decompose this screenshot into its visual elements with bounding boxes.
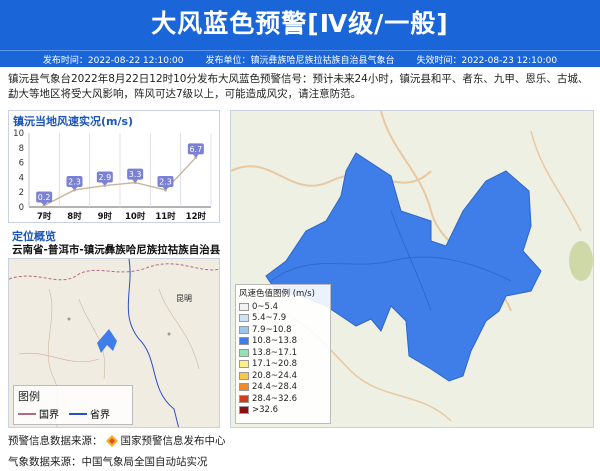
header-bar: 大风蓝色预警[Ⅳ级/一般] — [0, 0, 600, 50]
y-tick-label: 4 — [19, 173, 24, 183]
wind-legend-item: >32.6 — [239, 405, 327, 417]
y-tick-label: 8 — [19, 144, 24, 154]
data-label: 2.3 — [159, 177, 172, 186]
y-tick-label: 2 — [19, 188, 24, 198]
wind-legend-swatch — [239, 406, 249, 415]
data-label: 2.9 — [98, 173, 111, 182]
wind-legend-item: 17.1~20.8 — [239, 359, 327, 371]
publish-time: 发布时间：2022-08-22 12:10:00 — [42, 55, 184, 66]
expire-time: 失效时间：2022-08-23 12:10:00 — [416, 55, 558, 66]
legend-national-label: 国界 — [39, 410, 59, 421]
wind-legend-item: 13.8~17.1 — [239, 347, 327, 359]
wind-legend-label: >32.6 — [252, 405, 279, 416]
wind-legend-label: 5.4~7.9 — [252, 313, 287, 324]
y-tick-label: 6 — [19, 159, 24, 169]
legend-national-border: 国界 — [18, 406, 59, 421]
warning-description: 镇沅县气象台2022年8月22日12时10分发布大风蓝色预警信号：预计未来24小… — [8, 73, 589, 100]
weather-source-line: 气象数据来源：中国气象局全国自动站实况 — [8, 456, 208, 468]
wind-legend-swatch — [239, 325, 249, 334]
wind-legend-label: 10.8~13.8 — [252, 336, 297, 347]
wind-legend-label: 20.8~24.4 — [252, 370, 297, 381]
wind-speed-panel: 镇沅当地风速实况(m/s) 0 2 4 6 8 10 7时 8时 9时 10时 11时 12时 0.2 2… — [8, 110, 220, 223]
wind-legend-label: 17.1~20.8 — [252, 359, 297, 370]
data-label: 2.3 — [68, 177, 81, 186]
wind-speed-legend: 风速色值图例 (m/s) 0~5.4 5.4~7.9 7.9~10.8 10.8~13… — [235, 284, 331, 424]
meta-bar: 发布时间：2022-08-22 12:10:00 发布单位：镇沅彝族哈尼族拉祜族… — [0, 50, 600, 67]
overview-legend-title: 图例 — [18, 390, 40, 403]
wind-legend-swatch — [239, 348, 249, 357]
warning-center-logo-icon — [105, 434, 118, 447]
wind-legend-label: 28.4~32.6 — [252, 393, 297, 404]
warning-source-label: 预警信息数据来源： — [8, 435, 103, 447]
wind-legend-item: 7.9~10.8 — [239, 324, 327, 336]
x-tick-label: 10时 — [125, 211, 146, 222]
province-border-line-icon — [69, 412, 87, 415]
wind-legend-label: 13.8~17.1 — [252, 347, 297, 358]
wind-legend-swatch — [239, 360, 249, 369]
y-tick-label: 0 — [19, 203, 24, 213]
x-tick-label: 12时 — [186, 211, 207, 222]
x-tick-label: 9时 — [98, 211, 113, 222]
wind-legend-swatch — [239, 394, 249, 403]
wind-legend-item: 20.8~24.4 — [239, 370, 327, 382]
wind-legend-title: 风速色值图例 (m/s) — [239, 289, 315, 299]
publisher: 发布单位：镇沅彝族哈尼族拉祜族自治县气象台 — [205, 55, 395, 66]
x-tick-label: 7时 — [37, 211, 52, 222]
wind-legend-item: 5.4~7.9 — [239, 313, 327, 325]
data-label-pointer — [192, 154, 199, 158]
wind-speed-chart: 0 2 4 6 8 10 7时 8时 9时 10时 11时 12时 0.2 2.3 2.9 3.3 2.3 6.7 — [13, 129, 212, 222]
wind-legend-label: 0~5.4 — [252, 301, 279, 312]
wind-legend-swatch — [239, 337, 249, 346]
wind-legend-swatch — [239, 314, 249, 323]
legend-province-label: 省界 — [90, 410, 110, 421]
x-tick-label: 8时 — [67, 211, 82, 222]
overview-map[interactable]: 昆明 图例 国界 省界 — [8, 258, 220, 428]
warning-source-line: 预警信息数据来源： 国家预警信息发布中心 — [8, 433, 226, 448]
location-region: 云南省-普洱市-镇沅彝族哈尼族拉祜族自治县 — [12, 244, 221, 256]
wind-legend-label: 7.9~10.8 — [252, 324, 292, 335]
wind-legend-item: 10.8~13.8 — [239, 336, 327, 348]
warning-source-name: 国家预警信息发布中心 — [120, 435, 226, 447]
city-label-kunming: 昆明 — [176, 294, 192, 303]
wind-legend-swatch — [239, 383, 249, 392]
wind-legend-item: 24.4~28.4 — [239, 382, 327, 394]
x-tick-label: 11时 — [155, 211, 176, 222]
wind-legend-item: 28.4~32.6 — [239, 393, 327, 405]
legend-province-border: 省界 — [69, 406, 110, 421]
detail-map[interactable]: 风速色值图例 (m/s) 0~5.4 5.4~7.9 7.9~10.8 10.8~13… — [230, 110, 594, 428]
location-panel: 定位概览 云南省-普洱市-镇沅彝族哈尼族拉祜族自治县 — [8, 226, 220, 258]
national-border-line-icon — [18, 412, 36, 415]
wind-legend-swatch — [239, 302, 249, 311]
y-tick-label: 10 — [13, 129, 24, 139]
data-label: 0.2 — [38, 193, 51, 202]
page-title: 大风蓝色预警[Ⅳ级/一般] — [151, 9, 449, 38]
overview-map-legend: 图例 国界 省界 — [13, 385, 133, 425]
wind-legend-label: 24.4~28.4 — [252, 382, 297, 393]
wind-legend-item: 0~5.4 — [239, 301, 327, 313]
data-label: 3.3 — [129, 170, 142, 179]
wind-legend-swatch — [239, 371, 249, 380]
data-label: 6.7 — [189, 145, 202, 154]
